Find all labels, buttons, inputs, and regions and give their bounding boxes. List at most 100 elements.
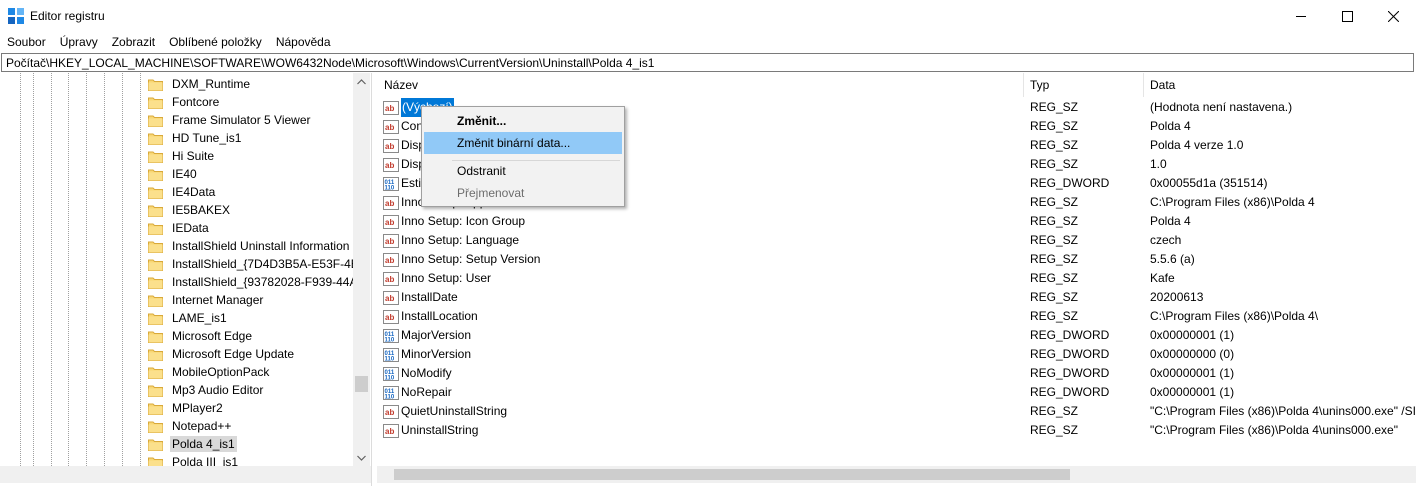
value-name-cell: ab Con <box>383 117 423 136</box>
menu-bar: Soubor Úpravy Zobrazit Oblíbené položky … <box>0 32 1416 52</box>
folder-icon <box>148 295 163 307</box>
value-type: REG_SZ <box>1030 195 1079 209</box>
column-header-name[interactable]: Název <box>377 73 1023 97</box>
tree-item[interactable]: Frame Simulator 5 Viewer <box>148 111 313 129</box>
value-name: InstallDate <box>401 290 458 304</box>
tree-item-label: IE5BAKEX <box>172 203 231 217</box>
tree-item[interactable]: MobileOptionPack <box>148 363 271 381</box>
tree-item[interactable]: Internet Manager <box>148 291 265 309</box>
dword-value-icon: 011110 <box>383 347 399 362</box>
tree-item[interactable]: Microsoft Edge Update <box>148 345 296 363</box>
menu-view[interactable]: Zobrazit <box>105 32 162 52</box>
value-name: UninstallString <box>401 423 479 437</box>
value-row[interactable]: ab InstallDate REG_SZ 20200613 <box>377 288 1416 307</box>
tree-item-label: InstallShield_{7D4D3B5A-E53F-4B7 <box>172 257 366 271</box>
menu-help[interactable]: Nápověda <box>269 32 338 52</box>
svg-text:110: 110 <box>385 394 395 400</box>
folder-icon <box>148 331 163 343</box>
tree-item[interactable]: IE4Data <box>148 183 217 201</box>
tree-item-label: InstallShield_{93782028-F939-44AD <box>172 275 367 289</box>
menu-edit[interactable]: Úpravy <box>53 32 105 52</box>
folder-icon <box>148 151 163 163</box>
string-value-icon: ab <box>383 157 399 172</box>
tree-item[interactable]: Fontcore <box>148 93 221 111</box>
tree-item[interactable]: InstallShield_{93782028-F939-44AD <box>148 273 368 291</box>
value-type: REG_SZ <box>1030 271 1079 285</box>
string-value-icon: ab <box>383 119 399 134</box>
tree-item[interactable]: MPlayer2 <box>148 399 225 417</box>
value-name: Inno Setup: User <box>401 271 492 285</box>
folder-icon <box>148 187 163 199</box>
svg-text:ab: ab <box>385 199 394 208</box>
tree-item[interactable]: LAME_is1 <box>148 309 229 327</box>
value-row[interactable]: ab QuietUninstallString REG_SZ "C:\Program … <box>377 402 1416 421</box>
value-name: Con <box>401 119 424 133</box>
minimize-button[interactable] <box>1278 0 1324 32</box>
folder-icon <box>148 79 163 91</box>
scroll-up-arrow-icon[interactable] <box>353 73 370 90</box>
tree-horizontal-scrollbar[interactable] <box>0 466 371 483</box>
close-button[interactable] <box>1370 0 1416 32</box>
tree-item[interactable]: DXM_Runtime <box>148 75 252 93</box>
column-header-type[interactable]: Typ <box>1023 73 1143 97</box>
value-row[interactable]: ab Inno Setup: User REG_SZ Kafe <box>377 269 1416 288</box>
svg-text:ab: ab <box>385 142 394 151</box>
tree-item[interactable]: InstallShield Uninstall Information <box>148 237 351 255</box>
tree-item[interactable]: HD Tune_is1 <box>148 129 243 147</box>
value-name-cell: 011 110 MajorVersion <box>383 326 471 345</box>
value-row[interactable]: ab Inno Setup: Language REG_SZ czech <box>377 231 1416 250</box>
value-row[interactable]: ab UninstallString REG_SZ "C:\Program Files… <box>377 421 1416 440</box>
value-data: "C:\Program Files (x86)\Polda 4\unins000… <box>1150 404 1416 418</box>
tree-item-label: Notepad++ <box>172 419 232 433</box>
value-name-cell: ab QuietUninstallString <box>383 402 507 421</box>
tree-item-label: Internet Manager <box>172 293 264 307</box>
tree-item[interactable]: Polda 4_is1 <box>148 435 237 453</box>
value-row[interactable]: 011 110 MinorVersion REG_DWORD 0x00000000 (0… <box>377 345 1416 364</box>
tree-item-label: Polda 4_is1 <box>170 436 237 452</box>
context-menu-rename[interactable]: Přejmenovat <box>424 182 622 204</box>
tree-item[interactable]: InstallShield_{7D4D3B5A-E53F-4B7 <box>148 255 367 273</box>
value-row[interactable]: 011 110 NoModify REG_DWORD 0x00000001 (1) <box>377 364 1416 383</box>
value-row[interactable]: ab Inno Setup: Setup Version REG_SZ 5.5.6 (… <box>377 250 1416 269</box>
tree-item[interactable]: IE40 <box>148 165 199 183</box>
value-data: "C:\Program Files (x86)\Polda 4\unins000… <box>1150 423 1398 437</box>
string-value-icon: ab <box>383 252 399 267</box>
context-menu: Změnit... Změnit binární data... Odstran… <box>421 106 625 207</box>
address-path: Počítač\HKEY_LOCAL_MACHINE\SOFTWARE\WOW6… <box>6 56 655 70</box>
tree-item[interactable]: IE5BAKEX <box>148 201 232 219</box>
value-row[interactable]: ab InstallLocation REG_SZ C:\Program Files … <box>377 307 1416 326</box>
menu-favorites[interactable]: Oblíbené položky <box>162 32 269 52</box>
value-row[interactable]: 011 110 MajorVersion REG_DWORD 0x00000001 (1… <box>377 326 1416 345</box>
menu-file[interactable]: Soubor <box>0 32 53 52</box>
folder-icon <box>148 439 163 451</box>
registry-editor-icon <box>8 8 24 24</box>
tree-item[interactable]: Mp3 Audio Editor <box>148 381 265 399</box>
tree-item[interactable]: Microsoft Edge <box>148 327 254 345</box>
scroll-down-arrow-icon[interactable] <box>353 449 370 466</box>
tree-scroll-thumb[interactable] <box>355 376 368 392</box>
values-horizontal-scrollbar[interactable] <box>377 466 1416 483</box>
tree-item[interactable]: Notepad++ <box>148 417 233 435</box>
value-name-cell: ab Inno Setup: User <box>383 269 491 288</box>
svg-text:110: 110 <box>385 356 395 362</box>
maximize-button[interactable] <box>1324 0 1370 32</box>
value-data: 0x00000001 (1) <box>1150 366 1235 380</box>
value-type: REG_SZ <box>1030 138 1079 152</box>
value-row[interactable]: 011 110 NoRepair REG_DWORD 0x00000001 (1) <box>377 383 1416 402</box>
svg-text:ab: ab <box>385 294 394 303</box>
folder-icon <box>148 367 163 379</box>
tree-item[interactable]: Hi Suite <box>148 147 216 165</box>
value-row[interactable]: ab Inno Setup: Icon Group REG_SZ Polda 4 <box>377 212 1416 231</box>
values-scroll-thumb[interactable] <box>394 469 1070 480</box>
tree-item[interactable]: IEData <box>148 219 211 237</box>
value-type: REG_SZ <box>1030 423 1079 437</box>
context-menu-modify[interactable]: Změnit... <box>424 110 622 132</box>
value-data: Kafe <box>1150 271 1175 285</box>
value-type: REG_SZ <box>1030 233 1079 247</box>
context-menu-modify-binary[interactable]: Změnit binární data... <box>424 132 622 154</box>
tree-vertical-scrollbar[interactable] <box>353 73 370 466</box>
context-menu-delete[interactable]: Odstranit <box>424 160 622 182</box>
tree-item-label: MPlayer2 <box>172 401 223 415</box>
address-bar[interactable]: Počítač\HKEY_LOCAL_MACHINE\SOFTWARE\WOW6… <box>1 53 1414 72</box>
column-header-data[interactable]: Data <box>1143 73 1416 97</box>
